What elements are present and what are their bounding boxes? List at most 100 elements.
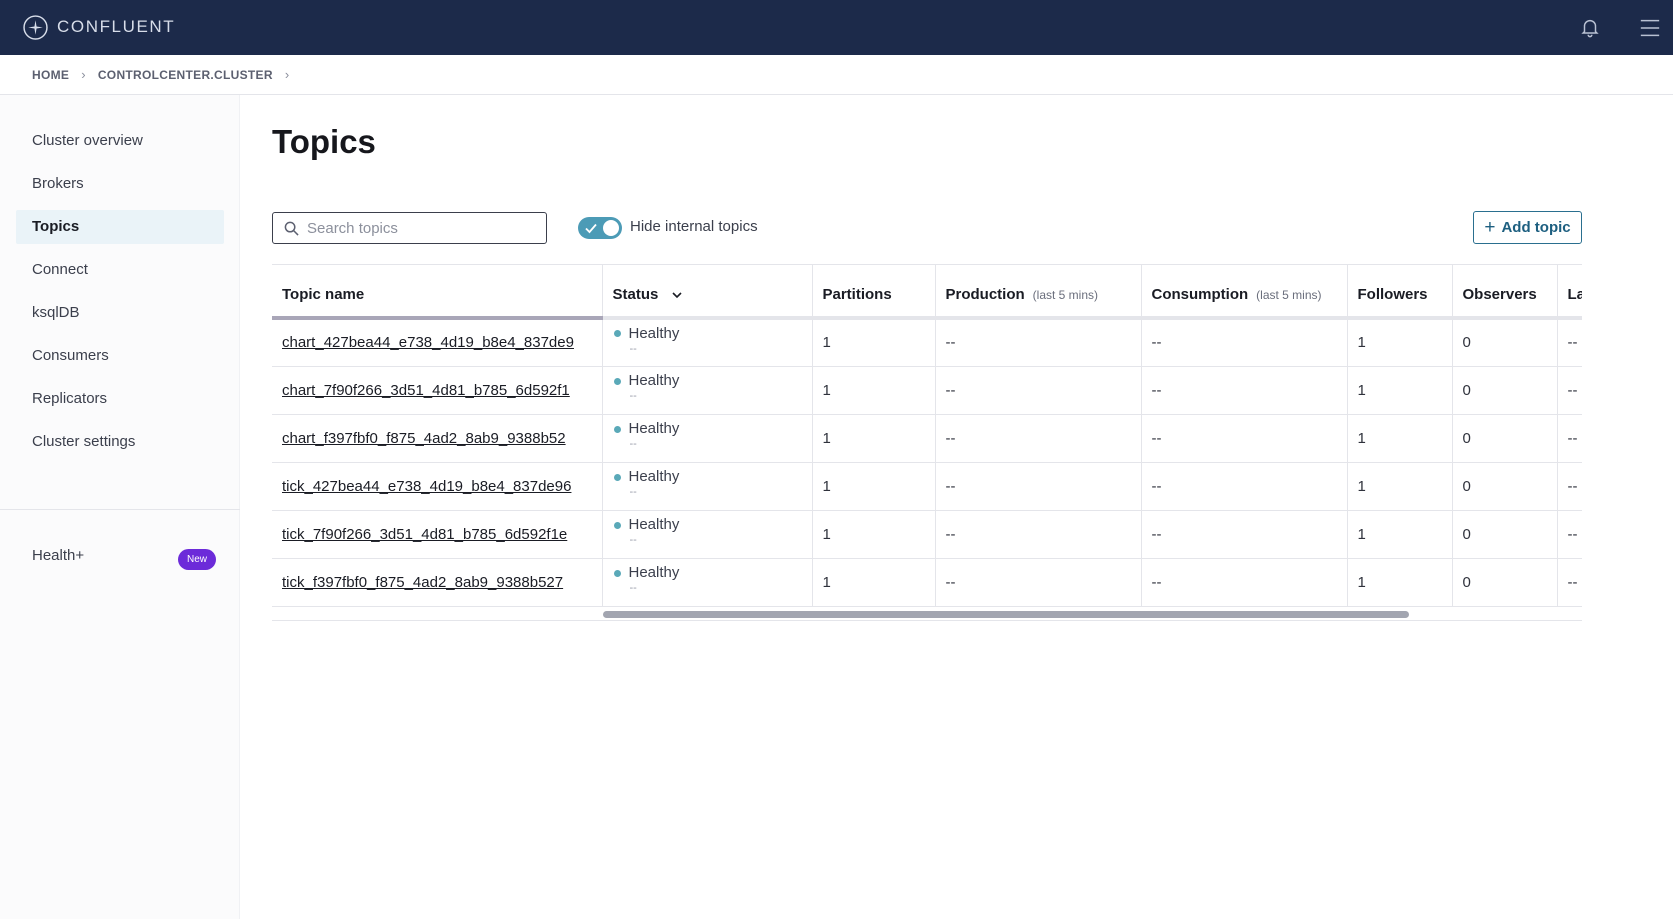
production-cell: -- bbox=[935, 414, 1142, 463]
status-cell: Healthy -- bbox=[602, 318, 813, 367]
table-row: tick_427bea44_e738_4d19_b8e4_837de96 Hea… bbox=[272, 462, 1582, 511]
followers-cell: 1 bbox=[1347, 558, 1453, 607]
sidebar-item-ksqldb[interactable]: ksqlDB bbox=[16, 296, 224, 330]
hamburger-menu-icon bbox=[1640, 19, 1660, 37]
confluent-logo[interactable]: CONFLUENT bbox=[23, 14, 176, 40]
topic-name-link[interactable]: chart_f397fbf0_f875_4ad2_8ab9_9388b52 bbox=[272, 414, 603, 463]
breadcrumb-separator: › bbox=[81, 67, 86, 82]
add-topic-button[interactable]: + Add topic bbox=[1473, 211, 1582, 244]
topic-name-link[interactable]: tick_7f90f266_3d51_4d81_b785_6d592f1e bbox=[272, 510, 603, 559]
followers-cell: 1 bbox=[1347, 366, 1453, 415]
partitions-cell: 1 bbox=[812, 318, 936, 367]
healthy-status-dot bbox=[613, 521, 621, 529]
healthy-status-dot bbox=[613, 425, 621, 433]
column-header-production[interactable]: Production (last 5 mins) bbox=[935, 265, 1142, 320]
status-subtext: -- bbox=[629, 534, 637, 546]
partitions-cell: 1 bbox=[812, 462, 936, 511]
status-text: Healthy bbox=[628, 564, 680, 581]
last-cell: -- bbox=[1557, 462, 1582, 511]
column-header-partitions[interactable]: Partitions bbox=[812, 265, 936, 320]
topic-name-link[interactable]: chart_7f90f266_3d51_4d81_b785_6d592f1 bbox=[272, 366, 603, 415]
table-row: chart_7f90f266_3d51_4d81_b785_6d592f1 He… bbox=[272, 366, 1582, 415]
top-bar: CONFLUENT bbox=[0, 0, 1673, 55]
partitions-cell: 1 bbox=[812, 510, 936, 559]
column-header-topic-name[interactable]: Topic name bbox=[272, 265, 603, 320]
hide-internal-topics-toggle[interactable] bbox=[578, 217, 622, 239]
followers-cell: 1 bbox=[1347, 414, 1453, 463]
consumption-cell: -- bbox=[1141, 510, 1348, 559]
followers-cell: 1 bbox=[1347, 318, 1453, 367]
sidebar-divider bbox=[0, 509, 240, 510]
followers-cell: 1 bbox=[1347, 462, 1453, 511]
toggle-knob bbox=[603, 220, 619, 236]
table-header-row: Topic name Status Partitions Production (… bbox=[272, 265, 1583, 320]
sidebar-item-health-plus[interactable]: Health+ bbox=[32, 547, 84, 564]
search-input[interactable] bbox=[307, 219, 537, 237]
sidebar-item-consumers[interactable]: Consumers bbox=[16, 339, 224, 373]
status-cell: Healthy -- bbox=[602, 558, 813, 607]
table-row: tick_f397fbf0_f875_4ad2_8ab9_9388b527 He… bbox=[272, 558, 1582, 607]
add-topic-label: Add topic bbox=[1501, 219, 1571, 236]
column-header-status[interactable]: Status bbox=[602, 265, 813, 320]
status-cell: Healthy -- bbox=[602, 462, 813, 511]
topic-name-link[interactable]: chart_427bea44_e738_4d19_b8e4_837de9 bbox=[272, 318, 603, 367]
column-header-label: Topic name bbox=[282, 286, 365, 303]
status-cell: Healthy -- bbox=[602, 414, 813, 463]
column-header-label: Production bbox=[945, 286, 1025, 303]
observers-cell: 0 bbox=[1452, 462, 1558, 511]
production-cell: -- bbox=[935, 366, 1142, 415]
sidebar-item-cluster-settings[interactable]: Cluster settings bbox=[16, 425, 224, 459]
column-header-consumption[interactable]: Consumption (last 5 mins) bbox=[1141, 265, 1348, 320]
observers-cell: 0 bbox=[1452, 558, 1558, 607]
topic-name-link[interactable]: tick_f397fbf0_f875_4ad2_8ab9_9388b527 bbox=[272, 558, 603, 607]
status-subtext: -- bbox=[629, 390, 637, 402]
sidebar-item-cluster-overview[interactable]: Cluster overview bbox=[16, 124, 224, 158]
brand-name: CONFLUENT bbox=[57, 17, 176, 36]
column-header-label: Partitions bbox=[822, 286, 892, 303]
healthy-status-dot bbox=[613, 569, 621, 577]
column-header-label: Followers bbox=[1357, 286, 1428, 303]
new-badge: New bbox=[178, 549, 216, 570]
status-subtext: -- bbox=[629, 486, 637, 498]
topic-name-link[interactable]: tick_427bea44_e738_4d19_b8e4_837de96 bbox=[272, 462, 603, 511]
chevron-down-icon[interactable] bbox=[671, 289, 683, 301]
confluent-logo-icon bbox=[23, 14, 48, 40]
production-cell: -- bbox=[935, 558, 1142, 607]
followers-cell: 1 bbox=[1347, 510, 1453, 559]
sidebar-item-connect[interactable]: Connect bbox=[16, 253, 224, 287]
breadcrumb-cluster[interactable]: CONTROLCENTER.CLUSTER bbox=[98, 68, 273, 82]
horizontal-scrollbar[interactable] bbox=[603, 609, 1582, 620]
sidebar-item-topics[interactable]: Topics bbox=[16, 210, 224, 244]
sidebar: Cluster overview Brokers Topics Connect … bbox=[0, 95, 240, 919]
table-body: chart_427bea44_e738_4d19_b8e4_837de9 Hea… bbox=[272, 318, 1582, 607]
search-box[interactable] bbox=[272, 212, 547, 244]
page-title: Topics bbox=[272, 123, 376, 160]
last-cell: -- bbox=[1557, 366, 1582, 415]
observers-cell: 0 bbox=[1452, 414, 1558, 463]
status-subtext: -- bbox=[629, 342, 637, 355]
column-header-sublabel: (last 5 mins) bbox=[1256, 288, 1322, 302]
column-header-last[interactable]: La bbox=[1557, 265, 1583, 320]
observers-cell: 0 bbox=[1452, 366, 1558, 415]
notifications-button[interactable] bbox=[1579, 16, 1601, 38]
breadcrumb-separator: › bbox=[284, 67, 290, 82]
column-header-observers[interactable]: Observers bbox=[1452, 265, 1558, 320]
bell-icon bbox=[1581, 19, 1599, 38]
status-subtext: -- bbox=[629, 582, 637, 594]
sidebar-item-replicators[interactable]: Replicators bbox=[16, 382, 224, 416]
consumption-cell: -- bbox=[1141, 318, 1348, 367]
column-header-followers[interactable]: Followers bbox=[1347, 265, 1453, 320]
healthy-status-dot bbox=[613, 377, 621, 385]
consumption-cell: -- bbox=[1141, 558, 1348, 607]
column-header-label: La bbox=[1567, 286, 1583, 303]
status-text: Healthy bbox=[628, 324, 680, 342]
status-text: Healthy bbox=[628, 372, 680, 389]
topics-table: Topic name Status Partitions Production (… bbox=[272, 264, 1582, 621]
scrollbar-thumb[interactable] bbox=[603, 611, 1409, 618]
main-menu-button[interactable] bbox=[1639, 17, 1661, 39]
breadcrumb-home[interactable]: HOME bbox=[32, 68, 69, 82]
consumption-cell: -- bbox=[1141, 366, 1348, 415]
breadcrumb: HOME › CONTROLCENTER.CLUSTER › bbox=[0, 55, 1673, 95]
partitions-cell: 1 bbox=[812, 366, 936, 415]
sidebar-item-brokers[interactable]: Brokers bbox=[16, 167, 224, 201]
